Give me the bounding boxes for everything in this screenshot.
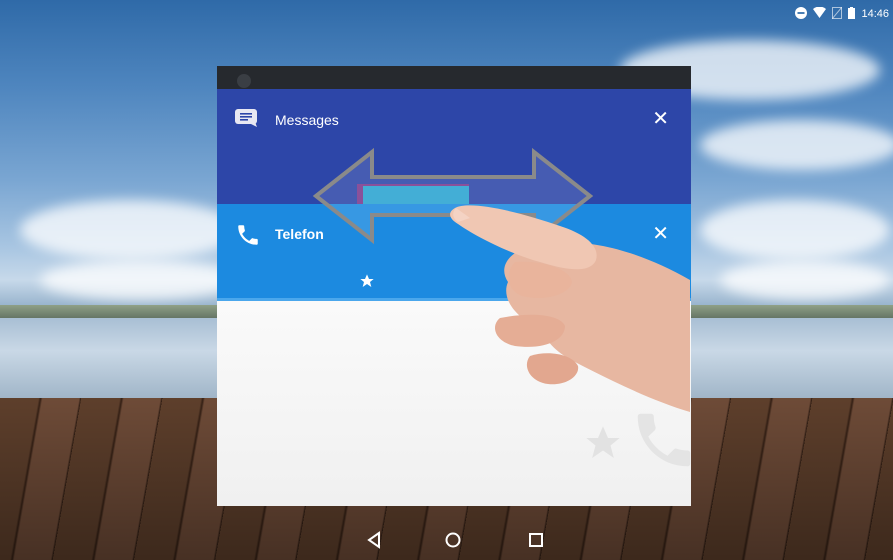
card-title: Messages	[275, 112, 339, 128]
phone-watermark-icon	[629, 405, 699, 480]
status-bar: 14:46	[795, 0, 893, 28]
status-time: 14:46	[861, 8, 889, 20]
cloud	[20, 200, 240, 260]
message-preview-highlight	[363, 186, 469, 206]
cloud	[700, 200, 890, 260]
gear-icon	[237, 74, 251, 88]
do-not-disturb-icon	[795, 6, 808, 22]
cloud	[700, 120, 893, 170]
star-watermark-icon	[583, 423, 623, 468]
telefon-content	[217, 301, 691, 506]
close-messages-button[interactable]: ✕	[652, 109, 669, 129]
card-title: Telefon	[275, 226, 324, 242]
clock-icon[interactable]	[657, 272, 675, 295]
no-sim-icon	[832, 6, 843, 22]
star-icon[interactable]	[359, 273, 375, 294]
back-icon[interactable]	[362, 528, 386, 552]
battery-icon	[848, 6, 856, 22]
messages-icon	[235, 109, 257, 127]
home-icon[interactable]	[441, 528, 465, 552]
recent-card-messages[interactable]: Messages ✕	[217, 89, 691, 209]
recents-icon[interactable]	[524, 528, 548, 552]
card-header: Messages ✕	[217, 89, 691, 149]
card-header: Telefon ✕	[217, 204, 691, 298]
wifi-icon	[813, 6, 827, 21]
navigation-bar	[0, 520, 893, 560]
phone-icon	[235, 222, 258, 245]
cloud	[720, 260, 890, 300]
cloud	[40, 260, 240, 300]
close-telefon-button[interactable]: ✕	[652, 224, 669, 244]
recent-card-telefon[interactable]: Telefon ✕	[217, 204, 691, 506]
